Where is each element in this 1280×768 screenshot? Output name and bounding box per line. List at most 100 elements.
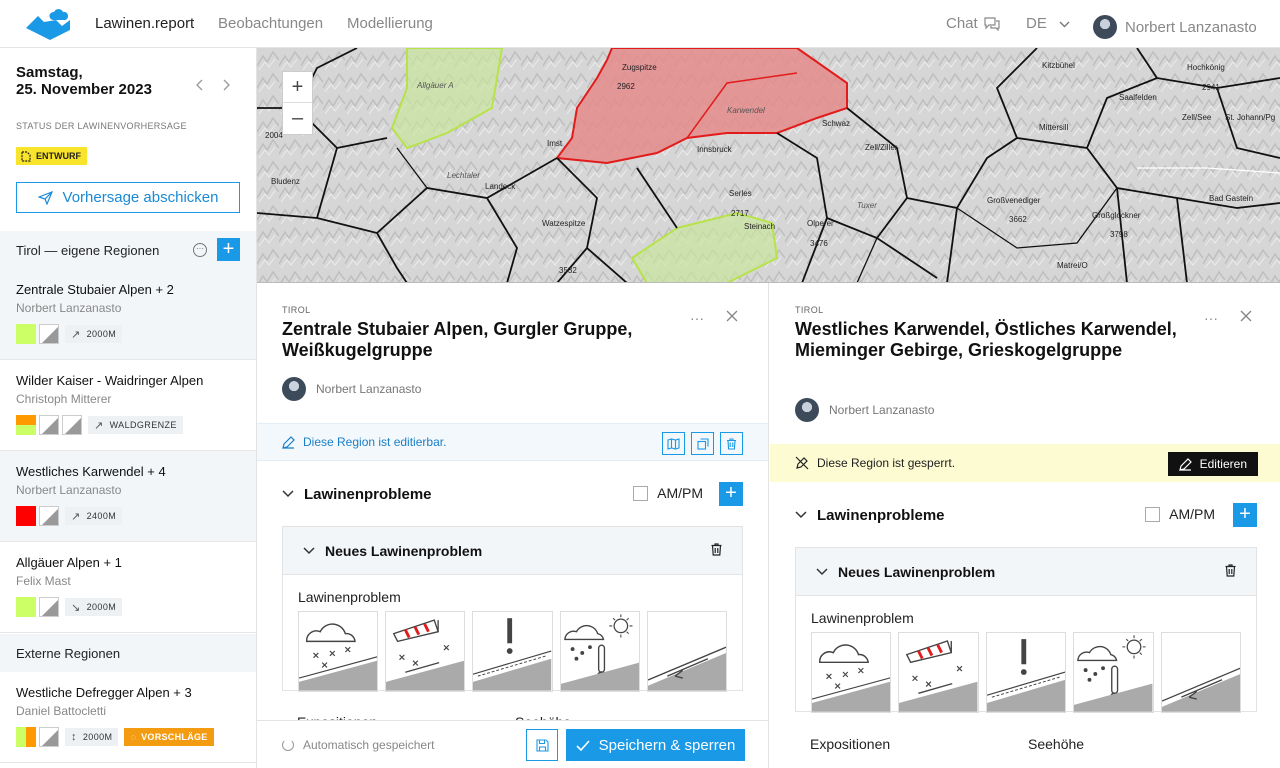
region-item-westliche-defregger[interactable]: Westliche Defregger Alpen + 3 Daniel Bat… [0,672,256,763]
user-menu[interactable]: Norbert Lanzanasto [1093,15,1257,39]
map-label: Allgäuer A [416,81,454,90]
persistent-weak-layer-icon[interactable] [472,611,553,692]
lock-status-text: Diese Region ist gesperrt. [817,456,956,470]
chevron-down-icon[interactable] [795,511,807,519]
new-problem-title: Neues Lawinenproblem [838,563,996,580]
region-item-zentrale-stubaier[interactable]: Zentrale Stubaier Alpen + 2 Norbert Lanz… [0,269,256,360]
wind-slab-problem-icon[interactable] [385,611,466,692]
wet-snow-problem-icon[interactable] [559,611,640,692]
edit-region-button[interactable]: Editieren [1167,452,1258,476]
author-name: Norbert Lanzanasto [316,382,422,396]
document-icon [21,150,31,162]
chevron-right-icon[interactable] [222,79,230,91]
map-label: Schwaz [822,119,850,128]
map-canvas[interactable]: Zugspitze 2962 Schwaz Kitzbühel Hochköni… [257,48,1280,283]
problem-card-header[interactable]: Neues Lawinenproblem [796,548,1256,596]
zoom-out-button[interactable]: – [283,103,312,134]
region-name: Allgäuer Alpen + 1 [16,555,122,570]
ampm-toggle[interactable]: AM/PM [1145,506,1215,522]
logo-icon[interactable] [24,8,72,40]
map-label: Mittersill [1039,123,1069,132]
map-label: 3476 [810,239,828,248]
status-badge-label: ENTWURF [36,151,81,161]
gliding-snow-problem-icon[interactable] [646,611,728,692]
add-problem-button[interactable]: + [719,482,743,506]
more-options-icon[interactable]: ··· [193,243,207,257]
chevron-down-icon[interactable] [282,490,294,498]
weekday: Samstag, [16,64,83,81]
chevron-down-icon[interactable] [303,546,315,555]
status-label: STATUS DER LAWINENVORHERSAGE [16,121,187,131]
map-label: 3798 [1110,230,1128,239]
trash-icon[interactable] [1225,564,1236,577]
ampm-label: AM/PM [657,485,703,501]
nav-brand[interactable]: Lawinen.report [95,15,194,32]
submit-forecast-label: Vorhersage abschicken [62,189,219,206]
add-region-button[interactable]: + [217,238,240,261]
user-avatar [1093,15,1117,39]
show-map-button[interactable] [662,432,685,455]
chevron-down-icon[interactable] [816,567,828,576]
wind-slab-problem-icon[interactable] [898,632,979,713]
nav-observations[interactable]: Beobachtungen [218,15,323,32]
new-snow-problem-icon[interactable] [298,611,379,692]
chevron-left-icon[interactable] [196,79,204,91]
wind-slab-icon [39,727,59,747]
language-select[interactable]: DE [1026,15,1070,32]
ampm-checkbox[interactable] [633,485,649,501]
map-label: Bludenz [271,177,300,186]
region-item-allgaeuer-alpen[interactable]: Allgäuer Alpen + 1 Felix Mast ↘ 2000M [0,542,256,633]
pencil-icon [282,435,295,449]
zoom-in-button[interactable]: + [283,72,312,103]
close-icon[interactable] [726,310,738,322]
lightbulb-icon: ◌ [130,732,137,742]
ampm-checkbox[interactable] [1145,506,1161,522]
check-icon [576,739,590,751]
new-problem-title: Neues Lawinenproblem [325,542,483,559]
map-label: 3662 [1009,215,1027,224]
problem-card-header[interactable]: Neues Lawinenproblem [283,527,742,575]
map-label: 2717 [731,209,749,218]
sidebar: Samstag, 25. November 2023 STATUS DER LA… [0,48,257,768]
ampm-toggle[interactable]: AM/PM [633,485,703,501]
pencil-off-icon [795,456,809,470]
problem-type-label: Lawinenproblem [811,610,914,626]
map-label: Großvenediger [987,196,1041,205]
wind-slab-icon [39,324,59,344]
close-icon[interactable] [1240,310,1252,322]
elevation-value: 2000M [82,732,113,742]
user-name: Norbert Lanzanasto [1125,18,1257,36]
map-label: Imst [547,139,563,148]
region-item-wilder-kaiser[interactable]: Wilder Kaiser - Waidringer Alpen Christo… [0,360,256,451]
nav-modelling[interactable]: Modellierung [347,15,433,32]
copy-region-button[interactable] [691,432,714,455]
panel-footer: Automatisch gespeichert Speichern & sper… [257,720,768,768]
region-author: Christoph Mitterer [16,392,112,406]
wind-slab-icon [39,415,59,435]
persistent-weak-layer-icon[interactable] [985,632,1067,713]
panel-author: Norbert Lanzanasto [795,398,934,422]
arrow-up-right-icon: ↗ [71,510,81,523]
delete-region-button[interactable] [720,432,743,455]
wind-slab-icon [39,597,59,617]
save-icon [535,738,549,752]
more-options-icon[interactable]: ··· [1204,310,1218,326]
copy-icon [696,437,709,450]
more-options-icon[interactable]: ··· [690,310,704,326]
gliding-snow-problem-icon[interactable] [1160,632,1242,713]
region-map[interactable]: Zugspitze 2962 Schwaz Kitzbühel Hochköni… [257,48,1280,283]
chat-button[interactable]: Chat [946,15,1000,32]
trash-icon[interactable] [711,543,722,556]
date-value: 25. November 2023 [16,81,152,98]
region-item-westliches-karwendel[interactable]: Westliches Karwendel + 4 Norbert Lanzana… [0,451,256,542]
wet-snow-problem-icon[interactable] [1073,632,1154,713]
new-snow-problem-icon[interactable] [811,632,892,713]
add-problem-button[interactable]: + [1233,503,1257,527]
elevation-badge: ↗ 2400M [65,507,123,525]
save-button[interactable] [526,729,558,761]
save-and-lock-button[interactable]: Speichern & sperren [566,729,745,761]
chevron-down-icon [1059,15,1070,32]
status-badge: ENTWURF [16,147,87,165]
submit-forecast-button[interactable]: Vorhersage abschicken [16,182,240,213]
proposals-badge[interactable]: ◌ VORSCHLÄGE [124,728,214,746]
